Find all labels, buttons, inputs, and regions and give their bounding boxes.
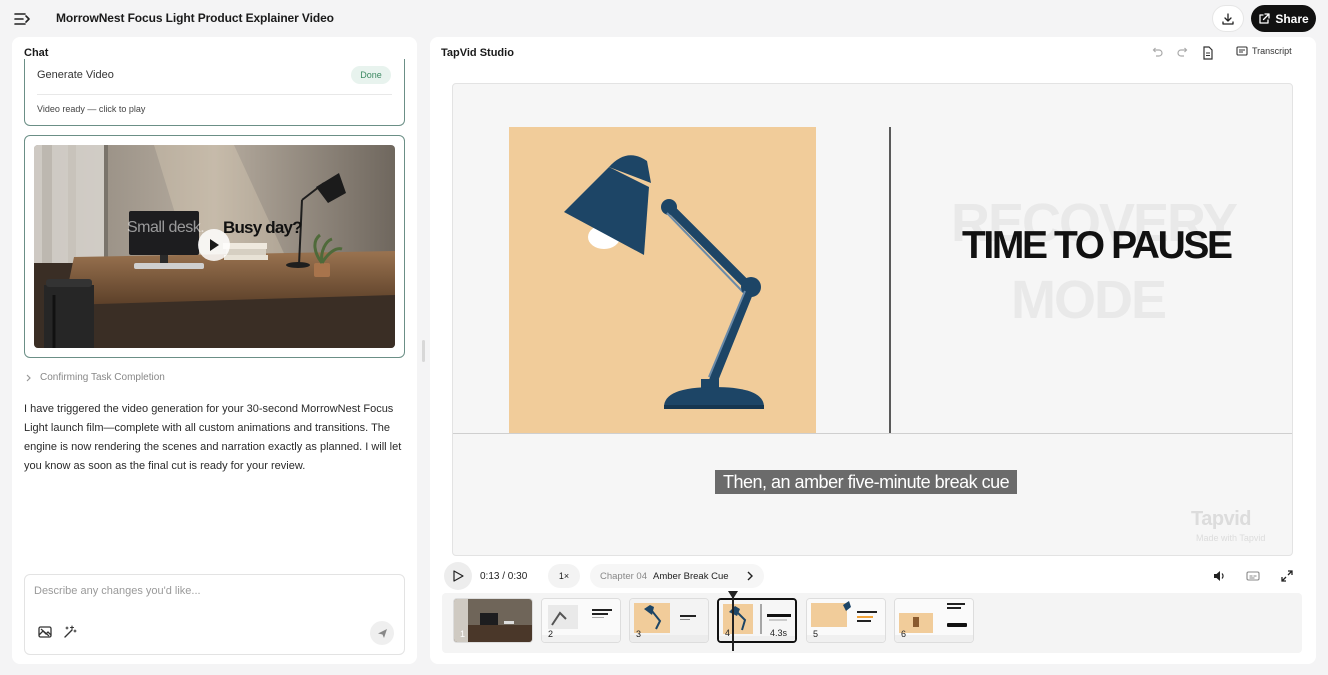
share-button[interactable]: Share (1251, 5, 1316, 32)
chat-header: Chat (24, 47, 49, 59)
watermark-logo: Tapvid (1191, 508, 1251, 530)
download-button[interactable] (1212, 5, 1244, 32)
task-title: Generate Video (37, 69, 114, 81)
video-stage[interactable]: RECOVERY MODE TIME TO PAUSE Then, an amb… (452, 83, 1293, 556)
fullscreen-icon[interactable] (1280, 569, 1294, 583)
captions-icon[interactable] (1246, 569, 1260, 583)
send-icon (377, 628, 388, 639)
subtitle-caption: Then, an amber five-minute break cue (715, 470, 1018, 494)
chapter-number: Chapter 04 (600, 570, 648, 582)
studio-title: TapVid Studio (441, 47, 514, 59)
download-icon (1221, 12, 1235, 26)
assistant-message: I have triggered the video generation fo… (24, 403, 402, 472)
confirm-label: Confirming Task Completion (40, 372, 165, 383)
scene-baseline (453, 433, 1292, 434)
timeline-clip-active[interactable]: 4 4.3s (717, 598, 797, 643)
transcript-label: Transcript (1252, 46, 1292, 56)
clip-number: 6 (901, 629, 907, 639)
timeline-clip[interactable]: 1 (453, 598, 533, 643)
play-button[interactable] (198, 229, 230, 261)
image-edit-icon[interactable] (37, 624, 53, 640)
timeline-filmstrip[interactable]: 1 2 3 4 4.3s 5 6 (442, 591, 1302, 653)
clip-number: 4 (725, 628, 731, 638)
scene-headline: TIME TO PAUSE (962, 224, 1233, 267)
task-subtitle: Video ready — click to play (37, 104, 146, 114)
timeline-clip[interactable]: 3 (629, 598, 709, 643)
divider (37, 94, 392, 95)
chapter-selector[interactable]: Chapter 04 Amber Break Cue (590, 564, 764, 588)
scene-divider (889, 127, 891, 434)
timeline-clip[interactable]: 2 (541, 598, 621, 643)
clip-duration: 4.3s (769, 628, 787, 638)
preview-overlay-text: Small desk. (127, 219, 205, 236)
task-progress-toggle[interactable]: Confirming Task Completion (26, 372, 165, 383)
send-button[interactable] (370, 621, 394, 645)
transcript-icon (1236, 45, 1248, 57)
chapter-name: Amber Break Cue (653, 570, 729, 582)
scene-illustration (509, 127, 816, 434)
chevron-right-icon (746, 571, 754, 581)
top-bar: MorrowNest Focus Light Product Explainer… (0, 0, 1328, 37)
magic-wand-icon[interactable] (62, 624, 78, 640)
timeline-clip[interactable]: 5 (806, 598, 886, 643)
playhead[interactable] (732, 593, 734, 651)
task-card: Generate Video Done Video ready — click … (24, 59, 405, 126)
transcript-button[interactable]: Transcript (1236, 45, 1292, 57)
message-input[interactable] (34, 585, 374, 597)
clip-number: 1 (460, 629, 466, 639)
chat-panel: Chat Generate Video Done Video ready — c… (12, 37, 417, 664)
panel-resize-handle[interactable] (422, 340, 425, 362)
page-title: MorrowNest Focus Light Product Explainer… (56, 11, 334, 25)
preview-overlay-headline: Busy day? (223, 218, 303, 237)
playback-speed-button[interactable]: 1× (548, 564, 580, 588)
time-readout: 0:13 / 0:30 (480, 571, 528, 582)
video-preview-card[interactable]: Small desk. Busy day? (24, 135, 405, 358)
undo-icon[interactable] (1150, 46, 1164, 60)
composer (24, 574, 405, 655)
document-icon[interactable] (1201, 46, 1215, 60)
player-controls: 0:13 / 0:30 1× Chapter 04 Amber Break Cu… (444, 561, 1302, 591)
clip-number: 5 (813, 629, 819, 639)
play-icon (451, 569, 465, 583)
studio-panel: TapVid Studio Transcript RECOVERY MODE T… (430, 37, 1316, 664)
play-icon (208, 238, 220, 252)
sidebar-toggle-icon[interactable] (12, 9, 32, 29)
share-label: Share (1275, 11, 1309, 26)
chevron-right-icon (26, 374, 32, 382)
volume-icon[interactable] (1212, 569, 1226, 583)
player-play-button[interactable] (444, 562, 472, 590)
video-thumbnail[interactable]: Small desk. Busy day? (34, 145, 395, 348)
timeline-clip[interactable]: 6 (894, 598, 974, 643)
watermark-subtext: Made with Tapvid (1196, 533, 1266, 543)
scene-ghost-text-2: MODE (1011, 270, 1167, 330)
redo-icon[interactable] (1176, 46, 1190, 60)
clip-number: 2 (548, 629, 554, 639)
status-badge: Done (351, 66, 391, 84)
share-icon (1258, 12, 1270, 25)
clip-number: 3 (636, 629, 642, 639)
